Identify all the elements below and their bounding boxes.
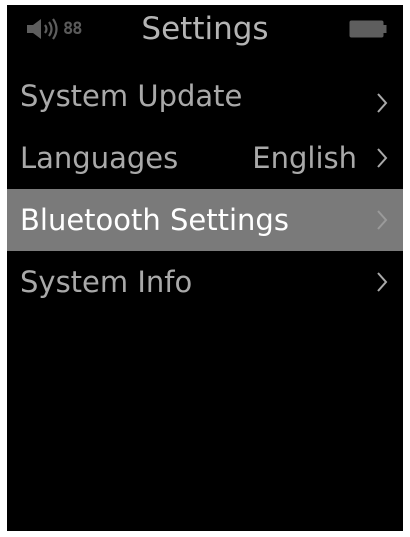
screen-title: Settings bbox=[141, 11, 269, 47]
menu-item-languages[interactable]: Languages English bbox=[7, 127, 403, 189]
menu-item-label: System Update bbox=[20, 79, 243, 113]
menu-item-bluetooth-settings[interactable]: Bluetooth Settings bbox=[7, 189, 403, 251]
device-screen: 88 Settings System Update Languages Engl… bbox=[7, 5, 403, 531]
chevron-right-icon bbox=[376, 147, 388, 169]
status-bar: 88 Settings bbox=[7, 5, 403, 53]
settings-menu: System Update Languages English Bluetoot… bbox=[7, 65, 403, 313]
menu-item-system-update[interactable]: System Update bbox=[7, 65, 403, 127]
battery-icon bbox=[349, 20, 387, 38]
menu-item-label: Bluetooth Settings bbox=[20, 203, 289, 237]
menu-item-label: Languages bbox=[20, 141, 179, 175]
chevron-right-icon bbox=[376, 92, 388, 114]
menu-item-system-info[interactable]: System Info bbox=[7, 251, 403, 313]
menu-item-label: System Info bbox=[20, 265, 193, 299]
language-value: English bbox=[252, 141, 357, 175]
chevron-right-icon bbox=[376, 271, 388, 293]
chevron-right-icon bbox=[376, 209, 388, 231]
